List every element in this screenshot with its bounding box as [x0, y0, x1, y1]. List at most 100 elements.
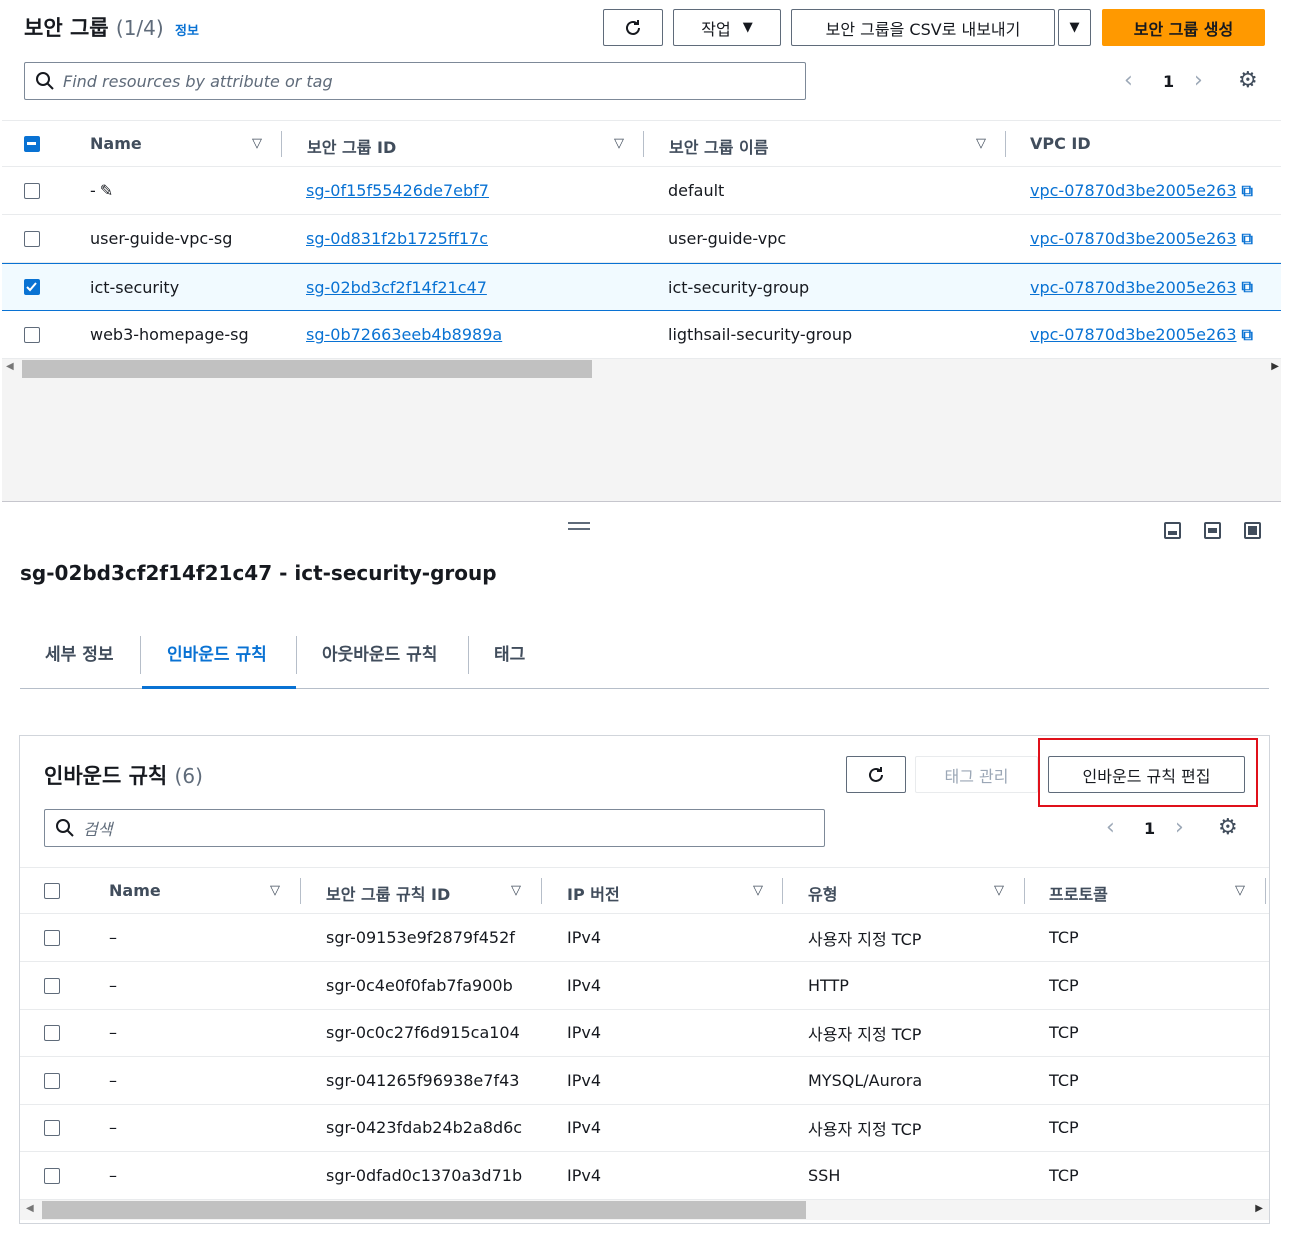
row-checkbox[interactable]	[44, 1168, 60, 1184]
rule-id: sgr-0c4e0f0fab7fa900b	[326, 976, 513, 995]
page-number[interactable]: 1	[1144, 819, 1155, 838]
export-dropdown-button[interactable]: ▼	[1058, 9, 1091, 46]
next-page-icon[interactable]: ›	[1194, 68, 1203, 93]
sort-icon[interactable]: ▽	[511, 883, 521, 898]
edit-inbound-rules-button[interactable]: 인바운드 규칙 편집	[1048, 756, 1245, 793]
rules-horizontal-scrollbar[interactable]: ◀ ▶	[20, 1200, 1269, 1220]
active-tab-indicator	[142, 686, 296, 689]
edit-inbound-label: 인바운드 규칙 편집	[1082, 766, 1211, 786]
table-row[interactable]: - ✎ sg-0f15f55426de7ebf7 default vpc-078…	[2, 167, 1281, 215]
table-row[interactable]: – sgr-0dfad0c1370a3d71b IPv4 SSH TCP	[20, 1152, 1269, 1200]
external-link-icon[interactable]: ⧉	[1242, 325, 1253, 345]
rule-type: MYSQL/Aurora	[808, 1071, 923, 1090]
external-link-icon[interactable]: ⧉	[1242, 277, 1253, 297]
column-header-ip-version[interactable]: IP 버전	[567, 881, 620, 905]
sg-id-link[interactable]: sg-0f15f55426de7ebf7	[306, 181, 489, 200]
scroll-right-icon[interactable]: ▶	[1255, 1203, 1263, 1214]
actions-dropdown-button[interactable]: 작업 ▼	[673, 9, 781, 46]
select-all-checkbox[interactable]	[24, 136, 40, 152]
rules-table-header: Name ▽ 보안 그룹 규칙 ID ▽ IP 버전 ▽ 유형 ▽ 프로토콜 ▽	[20, 867, 1269, 914]
table-row[interactable]: – sgr-0c4e0f0fab7fa900b IPv4 HTTP TCP	[20, 962, 1269, 1010]
scroll-left-icon[interactable]: ◀	[6, 361, 14, 372]
page-number[interactable]: 1	[1163, 72, 1174, 91]
protocol: TCP	[1049, 1118, 1079, 1137]
manage-tags-label: 태그 관리	[944, 766, 1009, 786]
vpc-id-link[interactable]: vpc-07870d3be2005e263	[1030, 278, 1237, 297]
table-row[interactable]: – sgr-09153e9f2879f452f IPv4 사용자 지정 TCP …	[20, 914, 1269, 962]
scrollbar-thumb[interactable]	[22, 360, 592, 378]
column-header-vpc-id[interactable]: VPC ID	[1030, 134, 1091, 153]
create-security-group-button[interactable]: 보안 그룹 생성	[1102, 9, 1265, 46]
table-row[interactable]: – sgr-0c0c27f6d915ca104 IPv4 사용자 지정 TCP …	[20, 1009, 1269, 1057]
sort-icon[interactable]: ▽	[753, 883, 763, 898]
external-link-icon[interactable]: ⧉	[1242, 229, 1253, 249]
column-header-protocol[interactable]: 프로토콜	[1049, 881, 1108, 905]
table-row[interactable]: user-guide-vpc-sg sg-0d831f2b1725ff17c u…	[2, 215, 1281, 263]
panel-position-bottom-icon[interactable]	[1164, 522, 1181, 539]
resource-search-input[interactable]: Find resources by attribute or tag	[24, 62, 806, 100]
vpc-id-link[interactable]: vpc-07870d3be2005e263	[1030, 325, 1237, 344]
column-header-name[interactable]: Name	[109, 881, 161, 900]
sg-id-link[interactable]: sg-0b72663eeb4b8989a	[306, 325, 502, 344]
column-header-sg-name[interactable]: 보안 그룹 이름	[669, 134, 768, 158]
sort-icon[interactable]: ▽	[976, 136, 986, 151]
row-checkbox[interactable]	[44, 1025, 60, 1041]
row-checkbox[interactable]	[24, 183, 40, 199]
prev-page-icon[interactable]: ‹	[1124, 68, 1133, 93]
export-csv-button[interactable]: 보안 그룹을 CSV로 내보내기	[791, 9, 1055, 46]
tab-outbound-rules[interactable]: 아웃바운드 규칙	[322, 640, 437, 665]
column-divider	[1005, 131, 1006, 157]
sort-icon[interactable]: ▽	[252, 136, 262, 151]
sort-icon[interactable]: ▽	[994, 883, 1004, 898]
tab-tags[interactable]: 태그	[494, 640, 525, 665]
edit-pencil-icon[interactable]: ✎	[100, 181, 113, 200]
panel-maximize-icon[interactable]	[1244, 522, 1261, 539]
protocol: TCP	[1049, 1071, 1079, 1090]
row-checkbox[interactable]	[44, 978, 60, 994]
table-row[interactable]: – sgr-0423fdab24b2a8d6c IPv4 사용자 지정 TCP …	[20, 1104, 1269, 1152]
row-checkbox[interactable]	[44, 1120, 60, 1136]
scrollbar-thumb[interactable]	[42, 1201, 806, 1219]
sort-icon[interactable]: ▽	[614, 136, 624, 151]
info-link[interactable]: 정보	[175, 24, 199, 39]
column-header-type[interactable]: 유형	[808, 881, 837, 905]
column-header-name[interactable]: Name	[90, 134, 142, 153]
settings-gear-icon[interactable]: ⚙	[1218, 815, 1238, 840]
rule-id: sgr-041265f96938e7f43	[326, 1071, 520, 1090]
column-header-sg-id[interactable]: 보안 그룹 ID	[307, 134, 396, 158]
tab-inbound-rules[interactable]: 인바운드 규칙	[167, 640, 267, 665]
split-panel-drag-handle[interactable]	[568, 522, 590, 530]
tab-details[interactable]: 세부 정보	[45, 640, 113, 665]
scroll-right-icon[interactable]: ▶	[1271, 361, 1279, 372]
settings-gear-icon[interactable]: ⚙	[1238, 68, 1258, 93]
sg-id-link[interactable]: sg-0d831f2b1725ff17c	[306, 229, 488, 248]
external-link-icon[interactable]: ⧉	[1242, 181, 1253, 201]
panel-position-side-icon[interactable]	[1204, 522, 1221, 539]
next-page-icon[interactable]: ›	[1175, 815, 1184, 840]
rule-type: 사용자 지정 TCP	[808, 929, 922, 949]
row-checkbox-checked[interactable]	[24, 279, 40, 295]
table-row[interactable]: – sgr-041265f96938e7f43 IPv4 MYSQL/Auror…	[20, 1057, 1269, 1105]
rule-count: (6)	[174, 764, 203, 788]
sort-icon[interactable]: ▽	[270, 883, 280, 898]
prev-page-icon[interactable]: ‹	[1106, 815, 1115, 840]
row-checkbox[interactable]	[44, 930, 60, 946]
inbound-refresh-button[interactable]	[846, 756, 906, 793]
vpc-id-link[interactable]: vpc-07870d3be2005e263	[1030, 181, 1237, 200]
sort-icon[interactable]: ▽	[1235, 883, 1245, 898]
rule-type: SSH	[808, 1166, 841, 1185]
row-checkbox[interactable]	[44, 1073, 60, 1089]
sg-id-link[interactable]: sg-02bd3cf2f14f21c47	[306, 278, 487, 297]
row-checkbox[interactable]	[24, 327, 40, 343]
horizontal-scrollbar[interactable]: ◀ ▶	[2, 359, 1281, 379]
select-all-checkbox[interactable]	[44, 883, 60, 899]
row-checkbox[interactable]	[24, 231, 40, 247]
scroll-left-icon[interactable]: ◀	[26, 1203, 34, 1214]
table-row[interactable]: web3-homepage-sg sg-0b72663eeb4b8989a li…	[2, 311, 1281, 359]
rules-search-input[interactable]: 검색	[44, 809, 825, 847]
column-header-rule-id[interactable]: 보안 그룹 규칙 ID	[326, 881, 450, 905]
table-row-selected[interactable]: ict-security sg-02bd3cf2f14f21c47 ict-se…	[2, 263, 1281, 311]
vpc-id-link[interactable]: vpc-07870d3be2005e263	[1030, 229, 1237, 248]
refresh-button[interactable]	[603, 9, 663, 46]
manage-tags-button[interactable]: 태그 관리	[915, 756, 1038, 793]
